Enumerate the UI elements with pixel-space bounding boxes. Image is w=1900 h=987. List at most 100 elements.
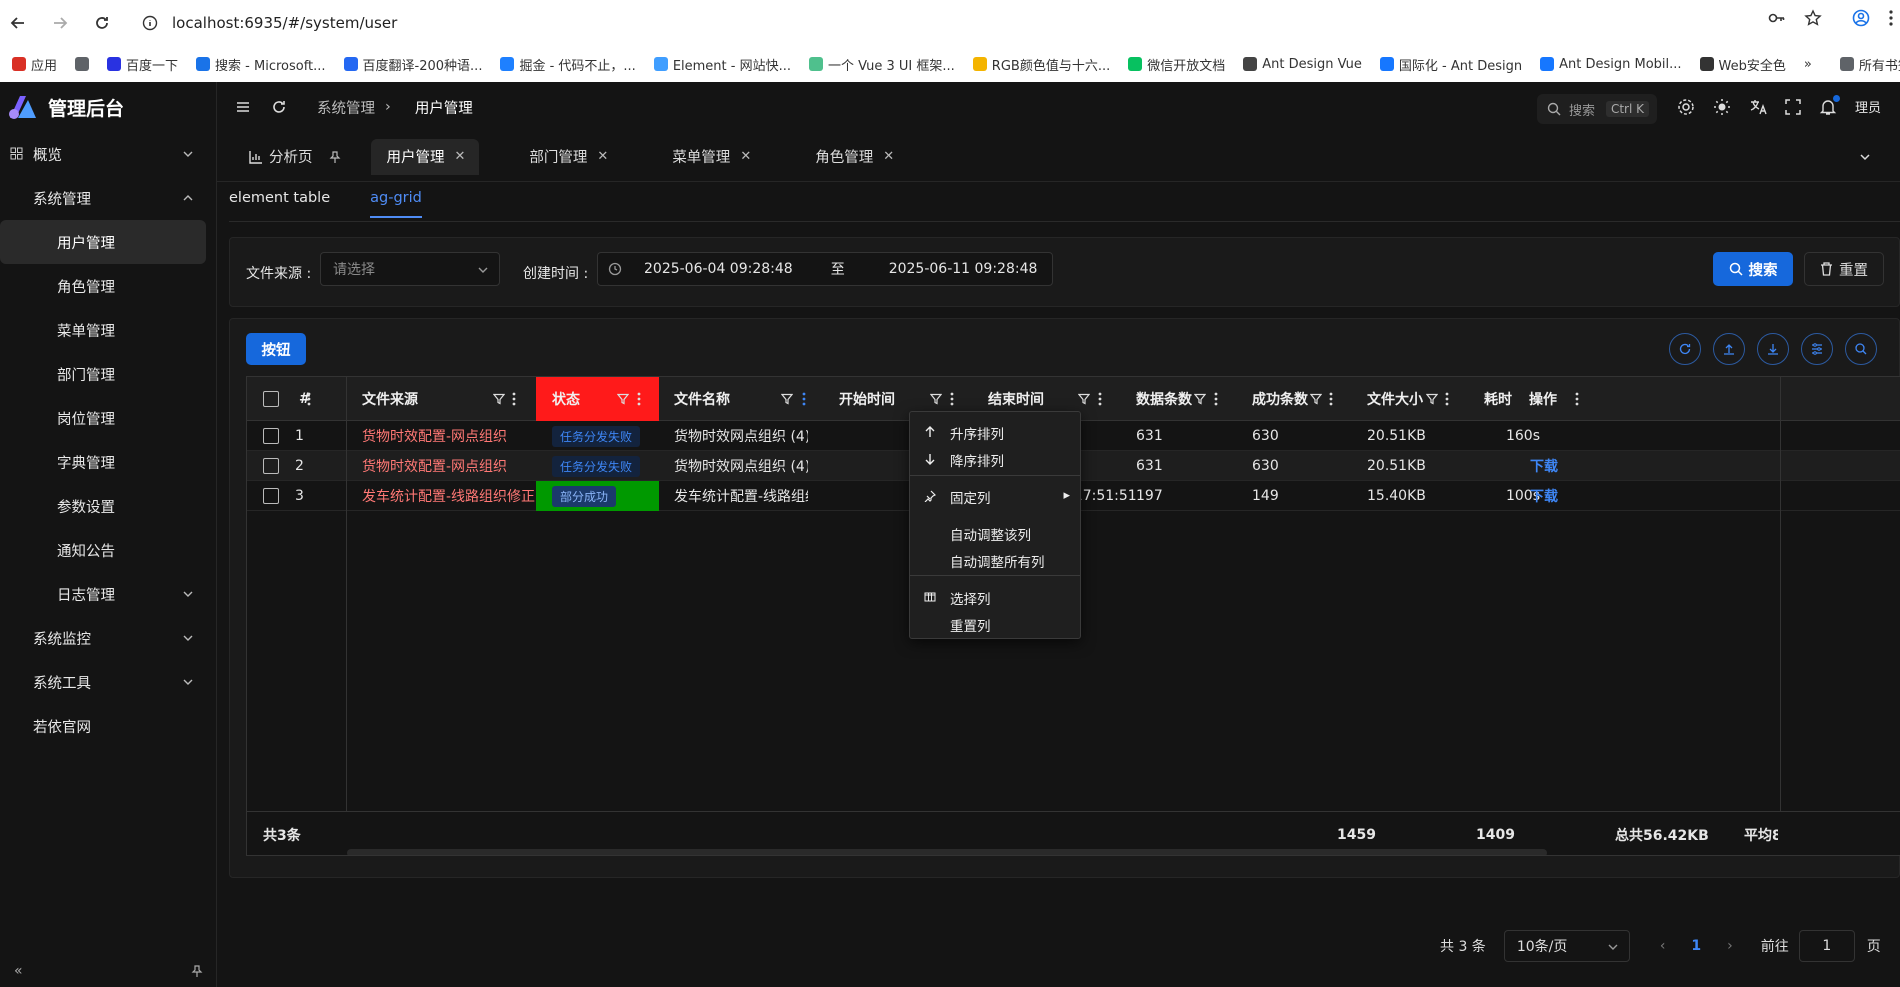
column-header-count[interactable]: 数据条数 (1136, 377, 1192, 421)
pin-sidebar-icon[interactable] (191, 965, 203, 977)
bookmark-item[interactable]: 掘金 - 代码不止，... (500, 55, 636, 74)
sidebar-item[interactable]: 用户管理 (0, 220, 206, 264)
filter-icon[interactable] (617, 393, 629, 405)
header-select-all[interactable] (263, 377, 279, 421)
filter-icon[interactable] (1194, 393, 1206, 405)
row-checkbox-cell[interactable] (263, 421, 279, 451)
close-tab-icon[interactable]: ✕ (883, 149, 894, 164)
context-menu-item[interactable]: 固定列 ▸ (910, 482, 1080, 512)
forward-icon[interactable] (46, 9, 74, 37)
date-range-picker[interactable]: 2025-06-04 09:28:48 至 2025-06-11 09:28:4… (597, 252, 1053, 286)
bookmark-item[interactable]: 应用 (12, 55, 57, 74)
page-number-1[interactable]: 1 (1691, 938, 1701, 954)
bookmark-item[interactable]: » (1804, 57, 1812, 72)
tab-item[interactable]: 分析页 (233, 139, 355, 175)
next-page-icon[interactable]: › (1727, 938, 1733, 954)
bookmark-item[interactable]: 所有书签 (1839, 55, 1900, 74)
sidebar-item[interactable]: 若依官网 (0, 704, 216, 748)
settings-gear-icon[interactable] (1677, 98, 1695, 116)
cell-action[interactable]: 下载 (1530, 451, 1558, 481)
sidebar-item[interactable]: 系统监控 (0, 616, 216, 660)
tab-item[interactable]: 菜单管理 ✕ (656, 139, 765, 175)
subtab-item[interactable]: ag-grid (370, 190, 422, 218)
column-menu-icon[interactable] (512, 392, 516, 406)
row-checkbox[interactable] (263, 428, 279, 444)
user-avatar[interactable]: 理员 (1855, 97, 1881, 116)
cell-action[interactable]: 下载 (1530, 481, 1558, 511)
context-menu-item[interactable]: 自动调整该列 (910, 519, 1080, 549)
select-all-checkbox[interactable] (263, 391, 279, 407)
filter-icon[interactable] (1310, 393, 1322, 405)
context-menu-item[interactable]: 自动调整所有列 (910, 546, 1080, 576)
bookmark-star-icon[interactable] (1804, 9, 1822, 27)
context-menu-item[interactable]: 升序排列 (910, 418, 1080, 448)
notification-bell-icon[interactable] (1819, 94, 1840, 116)
global-search[interactable]: 搜索 Ctrl K (1537, 94, 1657, 124)
breadcrumb-parent[interactable]: 系统管理 (317, 97, 375, 118)
column-menu-icon[interactable] (950, 392, 954, 406)
tab-item[interactable]: 部门管理 ✕ (513, 139, 622, 175)
bookmark-item[interactable]: Ant Design Mobil... (1540, 57, 1682, 72)
column-header-action[interactable]: 操作 (1529, 377, 1557, 421)
row-checkbox[interactable] (263, 458, 279, 474)
row-checkbox-cell[interactable] (263, 451, 279, 481)
column-header-name[interactable]: 文件名称 (674, 377, 730, 421)
bookmark-item[interactable] (75, 57, 90, 71)
horizontal-scrollbar[interactable] (347, 849, 1547, 855)
sidebar-item[interactable]: 参数设置 (0, 484, 216, 528)
collapse-sidebar-icon[interactable]: « (14, 963, 23, 979)
bookmark-item[interactable]: 搜索 - Microsoft... (196, 55, 326, 74)
reset-button[interactable]: 重置 (1804, 252, 1884, 286)
close-tab-icon[interactable]: ✕ (597, 149, 608, 164)
theme-sun-icon[interactable] (1713, 98, 1731, 116)
column-menu-icon[interactable] (1098, 392, 1102, 406)
column-header-size[interactable]: 文件大小 (1367, 377, 1423, 421)
download-icon[interactable] (1757, 333, 1789, 365)
sidebar-item[interactable]: 岗位管理 (0, 396, 216, 440)
column-header-cost[interactable]: 耗时 (1484, 377, 1512, 421)
custom-button[interactable]: 按钮 (246, 333, 306, 365)
page-size-select[interactable]: 10条/页 (1503, 930, 1630, 962)
filter-icon[interactable] (1426, 393, 1438, 405)
prev-page-icon[interactable]: ‹ (1660, 938, 1666, 954)
goto-page-input[interactable]: 1 (1798, 930, 1855, 962)
sidebar-item[interactable]: 菜单管理 (0, 308, 216, 352)
column-menu-icon[interactable] (1214, 392, 1218, 406)
toggle-search-icon[interactable] (1845, 333, 1877, 365)
row-checkbox[interactable] (263, 488, 279, 504)
bookmark-item[interactable]: 百度一下 (107, 55, 178, 74)
sidebar-item[interactable]: 日志管理 (0, 572, 216, 616)
column-header-success[interactable]: 成功条数 (1252, 377, 1308, 421)
column-menu-icon[interactable] (802, 392, 806, 406)
filter-icon[interactable] (493, 393, 505, 405)
close-tab-icon[interactable]: ✕ (740, 149, 751, 164)
filter-icon[interactable] (781, 393, 793, 405)
tab-item[interactable]: 角色管理 ✕ (799, 139, 908, 175)
app-logo[interactable]: 管理后台 (0, 82, 216, 132)
reload-icon[interactable] (88, 9, 116, 37)
tab-item[interactable]: 用户管理 ✕ (370, 138, 480, 175)
column-settings-icon[interactable] (1801, 333, 1833, 365)
bookmark-item[interactable]: 一个 Vue 3 UI 框架... (809, 55, 955, 74)
column-menu-icon[interactable] (1445, 392, 1449, 406)
bookmark-item[interactable]: Web安全色 (1699, 55, 1786, 74)
range-start[interactable]: 2025-06-04 09:28:48 (644, 261, 793, 277)
fullscreen-icon[interactable] (1785, 98, 1801, 115)
upload-icon[interactable] (1713, 333, 1745, 365)
close-tab-icon[interactable]: ✕ (455, 149, 466, 164)
filter-icon[interactable] (930, 393, 942, 405)
profile-icon[interactable] (1852, 9, 1870, 27)
sidebar-item[interactable]: 部门管理 (0, 352, 216, 396)
subtab-item[interactable]: element table (229, 190, 330, 218)
context-menu-item[interactable]: 选择列 (910, 583, 1080, 613)
browser-menu-icon[interactable] (1888, 9, 1894, 27)
url-field[interactable]: localhost:6935/#/system/user (142, 14, 397, 32)
menu-toggle-icon[interactable] (235, 99, 251, 115)
context-menu-item[interactable]: 降序排列 (910, 445, 1080, 475)
bookmark-item[interactable]: 国际化 - Ant Design (1379, 55, 1522, 74)
site-info-icon[interactable] (142, 15, 158, 31)
sidebar-item[interactable]: 概览 (0, 132, 216, 176)
column-menu-icon[interactable] (637, 392, 641, 406)
range-end[interactable]: 2025-06-11 09:28:48 (889, 261, 1038, 277)
column-header-start[interactable]: 开始时间 (839, 377, 895, 421)
